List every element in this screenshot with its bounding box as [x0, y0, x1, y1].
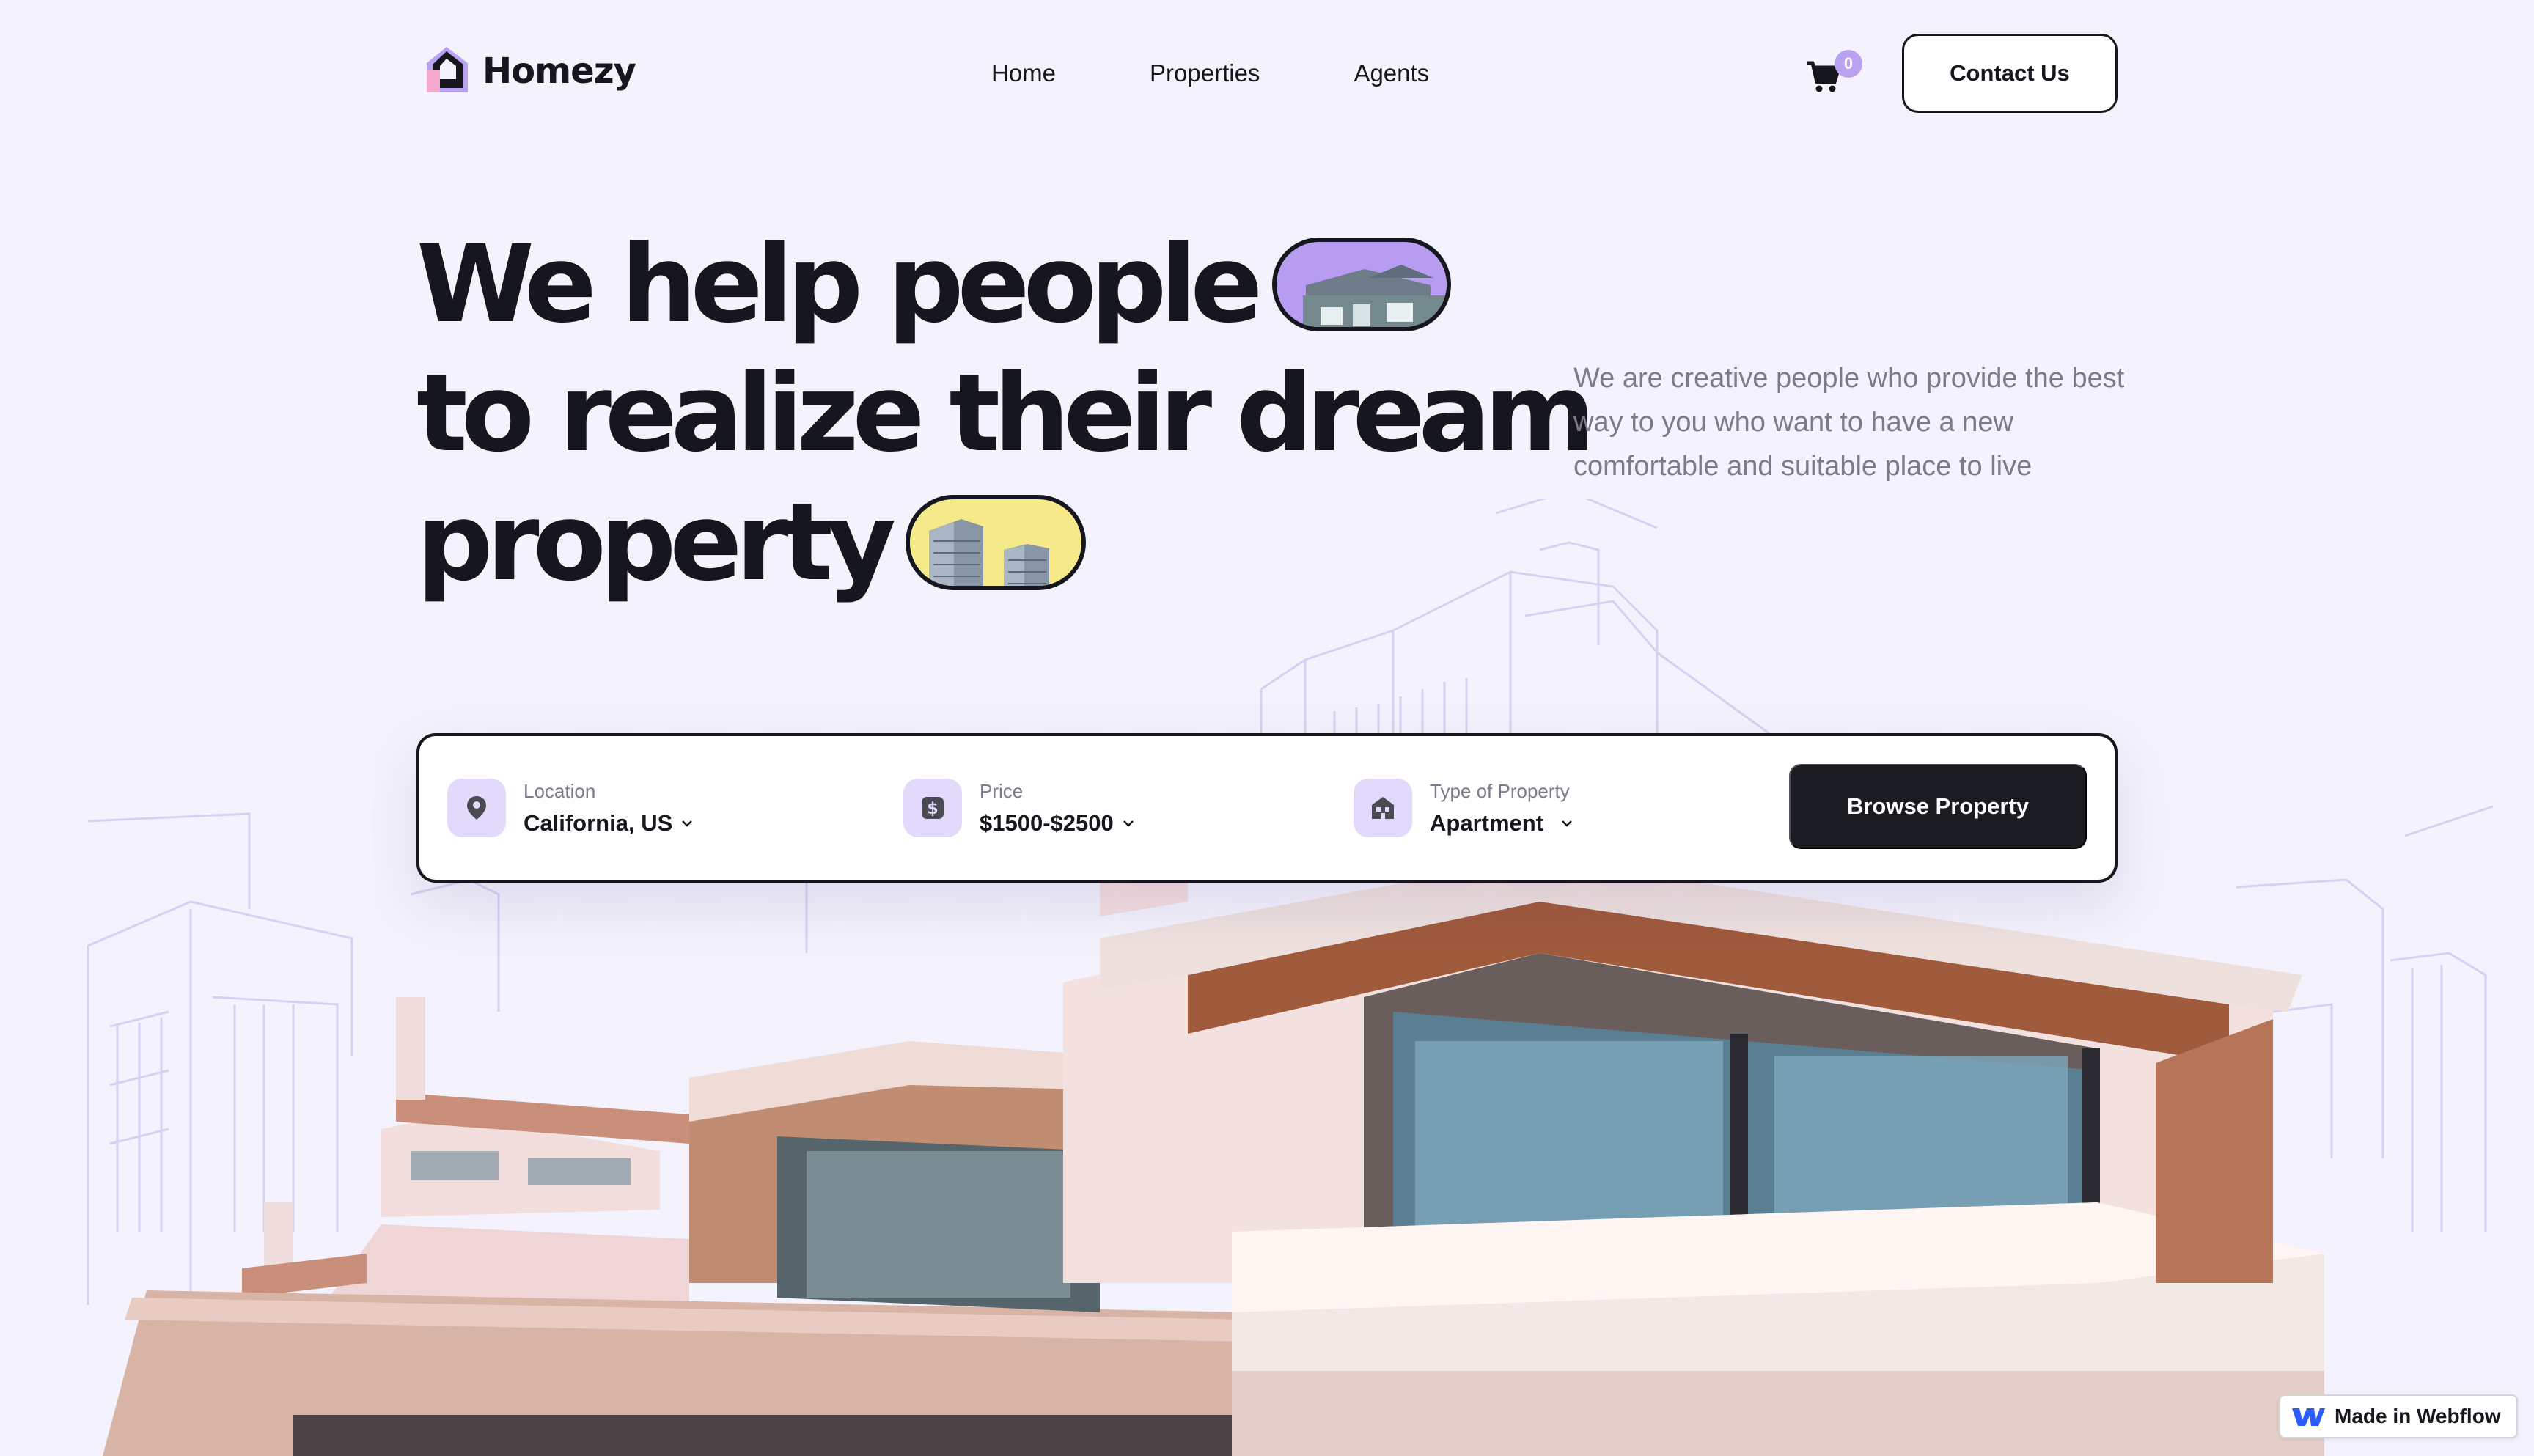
nav-agents[interactable]: Agents: [1354, 59, 1429, 87]
price-field[interactable]: $ Price $1500-$2500: [903, 736, 1136, 880]
cart-button[interactable]: 0: [1805, 50, 1862, 98]
property-type-value[interactable]: Apartment: [1430, 810, 1574, 837]
brand-logo[interactable]: Homezy: [419, 44, 636, 98]
property-type-field[interactable]: Type of Property Apartment: [1354, 736, 1574, 880]
location-value[interactable]: California, US: [524, 810, 694, 837]
price-text: Price $1500-$2500: [980, 780, 1136, 837]
hero-line-1: We help people: [416, 220, 1560, 349]
site-header: Homezy Home Properties Agents 0 Contact …: [419, 32, 2118, 114]
hero-line-1-text: We help people: [416, 222, 1263, 347]
chevron-down-icon: [682, 820, 693, 827]
browse-property-button[interactable]: Browse Property: [1789, 764, 2087, 849]
hero-line-3-text: property: [416, 480, 896, 605]
location-field[interactable]: Location California, US: [447, 736, 694, 880]
hero-line-2-text: to realize their dream: [416, 351, 1595, 476]
svg-text:$: $: [927, 800, 938, 818]
property-search-bar: Location California, US $ Price $1500-$2…: [416, 733, 2118, 883]
house-icon: [1277, 256, 1447, 327]
hero-line-2: to realize their dream: [416, 349, 1595, 478]
buildings-icon: [910, 512, 1082, 586]
nav-properties[interactable]: Properties: [1150, 59, 1260, 87]
hero-heading: We help people to realize their dream pr…: [416, 220, 1595, 607]
location-label: Location: [524, 779, 596, 802]
brand-name: Homezy: [482, 51, 636, 92]
property-type-text: Type of Property Apartment: [1430, 780, 1574, 837]
cart-count-badge: 0: [1835, 50, 1862, 78]
location-text: Location California, US: [524, 780, 694, 837]
property-type-value-text: Apartment: [1430, 809, 1544, 836]
property-type-label: Type of Property: [1430, 779, 1570, 802]
chevron-down-icon: [1123, 820, 1134, 827]
made-in-webflow-badge[interactable]: Made in Webflow: [2279, 1394, 2518, 1438]
dollar-icon: $: [903, 779, 962, 837]
webflow-logo-icon: [2292, 1408, 2325, 1426]
building-icon: [1354, 779, 1412, 837]
nav-home[interactable]: Home: [991, 59, 1056, 87]
price-value-text: $1500-$2500: [980, 809, 1114, 836]
house-photo: [103, 872, 2324, 1456]
hero-description: We are creative people who provide the b…: [1573, 363, 2125, 482]
price-value[interactable]: $1500-$2500: [980, 810, 1136, 837]
contact-us-button[interactable]: Contact Us: [1902, 34, 2118, 113]
chevron-down-icon: [1562, 820, 1572, 827]
house-logo-icon: [427, 47, 468, 92]
house-image-pill: [1272, 238, 1452, 331]
hero-line-3: property: [416, 478, 1560, 607]
homepage: Homezy Home Properties Agents 0 Contact …: [0, 0, 2534, 1456]
price-label: Price: [980, 779, 1024, 802]
location-value-text: California, US: [524, 809, 673, 836]
location-pin-icon: [447, 779, 506, 837]
main-nav: Home Properties Agents: [991, 32, 1523, 114]
buildings-image-pill: [906, 495, 1087, 590]
webflow-badge-label: Made in Webflow: [2335, 1405, 2501, 1427]
